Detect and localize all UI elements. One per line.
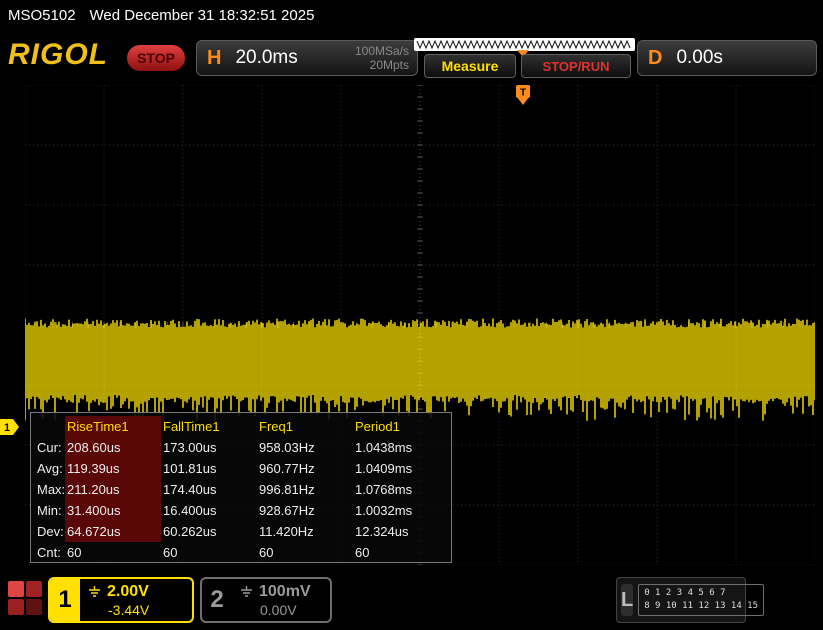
measure-cell: 119.39us [65, 458, 161, 479]
measure-cell: 11.420Hz [257, 521, 353, 542]
delay-value: 0.00s [676, 47, 722, 69]
measure-cell: 1.0032ms [353, 500, 449, 521]
logic-channel-numbers: 0 1 2 3 4 5 6 7 8 9 10 11 12 13 14 15 [638, 584, 764, 616]
measure-cell: 12.324us [353, 521, 449, 542]
ch2-scale: 100mV [259, 583, 311, 601]
trigger-marker[interactable]: T [516, 85, 530, 105]
ch1-offset: -3.44V [88, 602, 192, 618]
measure-cell: 60 [161, 542, 257, 563]
logic-channels-box[interactable]: L 0 1 2 3 4 5 6 7 8 9 10 11 12 13 14 15 [616, 577, 746, 623]
svg-text:1: 1 [4, 422, 10, 434]
measure-cell: 928.67Hz [257, 500, 353, 521]
measure-cell: 60.262us [161, 521, 257, 542]
horizontal-timebase-box[interactable]: H 20.0ms 100MSa/s 20Mpts [196, 40, 418, 76]
logic-line2: 8 9 10 11 12 13 14 15 [644, 601, 758, 611]
acquisition-info: 100MSa/s 20Mpts [355, 44, 409, 72]
measure-col-header: Period1 [353, 416, 449, 437]
titlebar: MSO5102 Wed December 31 18:32:51 2025 [0, 0, 823, 30]
measure-cell: 101.81us [161, 458, 257, 479]
measure-row-label: Avg: [35, 458, 65, 479]
run-state-badge: STOP [127, 45, 185, 71]
measure-cell: 173.00us [161, 437, 257, 458]
ch1-position-marker[interactable]: 1 [0, 419, 20, 435]
measure-cell: 60 [257, 542, 353, 563]
measure-cell: 64.672us [65, 521, 161, 542]
measure-cell: 16.400us [161, 500, 257, 521]
ch2-offset: 0.00V [240, 602, 330, 618]
model-name: MSO5102 [8, 7, 76, 24]
measure-col-header: FallTime1 [161, 416, 257, 437]
channel-1-number: 1 [50, 579, 80, 621]
measure-corner [35, 416, 65, 437]
measure-cell: 31.400us [65, 500, 161, 521]
measure-cell: 1.0438ms [353, 437, 449, 458]
measurement-panel[interactable]: RiseTime1FallTime1Freq1Period1 Cur:208.60… [30, 412, 452, 563]
measure-cell: 208.60us [65, 437, 161, 458]
delay-box[interactable]: D 0.00s [637, 40, 817, 76]
measure-cell: 211.20us [65, 479, 161, 500]
measure-cell: 1.0409ms [353, 458, 449, 479]
measure-row-label: Max: [35, 479, 65, 500]
measure-cell: 996.81Hz [257, 479, 353, 500]
ch2-coupling-icon [240, 585, 253, 598]
channel-1-box[interactable]: 1 2.00V -3.44V [48, 577, 194, 623]
measure-cell: 960.77Hz [257, 458, 353, 479]
memory-depth: 20Mpts [370, 58, 409, 72]
measure-cell: 174.40us [161, 479, 257, 500]
channel-2-box[interactable]: 2 100mV 0.00V [200, 577, 332, 623]
measure-row-label: Dev: [35, 521, 65, 542]
ch1-coupling-icon [88, 585, 101, 598]
stop-run-button[interactable]: STOP/RUN [521, 54, 631, 78]
sample-rate: 100MSa/s [355, 44, 409, 58]
svg-text:T: T [520, 88, 526, 99]
logic-label: L [621, 584, 633, 616]
rigol-logo: RIGOL [8, 38, 108, 72]
measure-row-label: Min: [35, 500, 65, 521]
measure-button[interactable]: Measure [424, 54, 516, 78]
measure-row-label: Cnt: [35, 542, 65, 563]
measure-row-label: Cur: [35, 437, 65, 458]
measure-cell: 958.03Hz [257, 437, 353, 458]
measure-col-header: Freq1 [257, 416, 353, 437]
menu-grid-icon[interactable] [8, 581, 42, 615]
h-label: H [207, 47, 221, 70]
measure-cell: 60 [353, 542, 449, 563]
d-label: D [648, 47, 662, 70]
timebase-value: 20.0ms [235, 47, 297, 69]
logic-line1: 0 1 2 3 4 5 6 7 [644, 588, 725, 598]
measure-cell: 1.0768ms [353, 479, 449, 500]
oscilloscope-screen: MSO5102 Wed December 31 18:32:51 2025 RI… [0, 0, 823, 630]
measurement-table: RiseTime1FallTime1Freq1Period1 Cur:208.60… [35, 416, 451, 563]
measure-col-header: RiseTime1 [65, 416, 161, 437]
channel-2-number: 2 [202, 579, 232, 621]
clock-datetime: Wed December 31 18:32:51 2025 [90, 7, 315, 24]
ch1-scale: 2.00V [107, 583, 149, 601]
measure-cell: 60 [65, 542, 161, 563]
